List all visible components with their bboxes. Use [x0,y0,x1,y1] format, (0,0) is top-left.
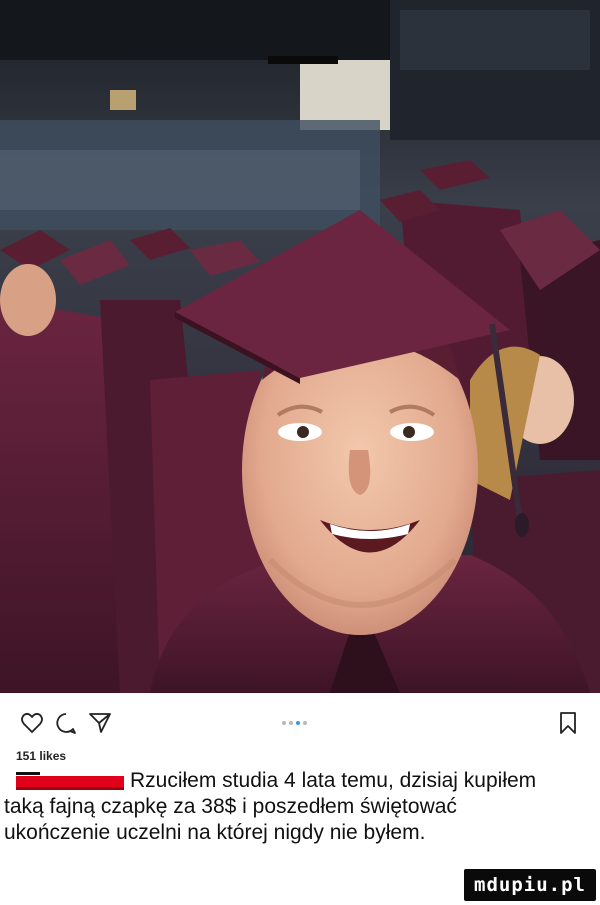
site-watermark: mdupiu.pl [464,869,596,901]
post-action-bar [0,705,600,745]
redacted-username[interactable] [16,770,124,790]
post-photo[interactable] [0,0,600,693]
likes-count[interactable]: 151 likes [16,749,66,763]
heart-icon[interactable] [20,711,44,735]
post-caption: Rzuciłem studia 4 lata temu, dzisiaj kup… [4,768,564,846]
comment-icon[interactable] [54,711,78,735]
graduation-selfie-image [0,0,600,693]
bookmark-icon[interactable] [556,711,580,735]
carousel-dots [282,721,322,727]
send-icon[interactable] [88,711,112,735]
